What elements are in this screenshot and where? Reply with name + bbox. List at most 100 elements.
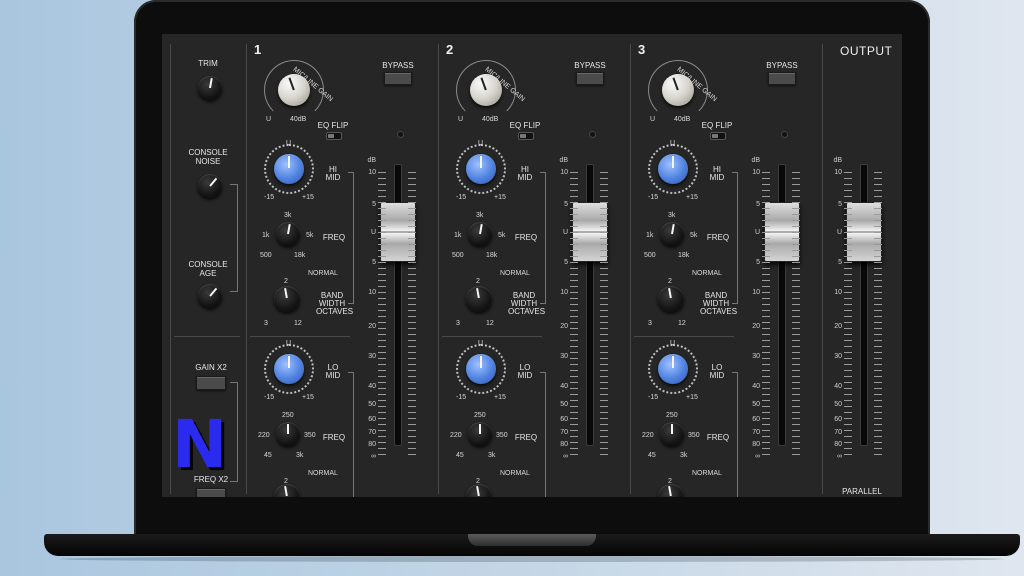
fader-tick <box>570 280 578 281</box>
hi-mid-gain-knob[interactable] <box>466 154 496 184</box>
fader-tick <box>570 196 578 197</box>
fader-tick <box>792 430 800 431</box>
fader-tick <box>570 430 578 431</box>
fader-tick <box>600 232 608 233</box>
fader-tick <box>570 262 578 263</box>
lo-mid-freq-knob[interactable] <box>660 422 684 446</box>
bypass-button[interactable] <box>576 72 604 85</box>
fader-tick <box>762 340 770 341</box>
freq-x2-button[interactable] <box>196 488 226 497</box>
fader-tick <box>874 250 882 251</box>
fader-tick <box>762 274 770 275</box>
lo-mid-label: LO MID <box>709 363 725 380</box>
fader-tick <box>378 280 386 281</box>
fader-tick <box>874 370 882 371</box>
hi-mid-gain-knob[interactable] <box>274 154 304 184</box>
console-age-knob[interactable] <box>198 284 222 308</box>
fader-tick <box>792 370 800 371</box>
bypass-button[interactable] <box>384 72 412 85</box>
eq-flip-toggle[interactable] <box>326 132 342 140</box>
fader-tick <box>378 196 386 197</box>
fader-tick <box>874 190 882 191</box>
fader-tick <box>570 376 578 377</box>
fader-tick <box>874 172 882 173</box>
fader-tick <box>570 244 578 245</box>
fader-tick <box>378 298 386 299</box>
fader-scale-label: 10 <box>560 289 568 296</box>
console-noise-knob[interactable] <box>198 174 222 198</box>
fader-tick <box>762 412 770 413</box>
channel-number: 1 <box>254 42 262 57</box>
fader-tick <box>378 376 386 377</box>
fader-tick <box>378 448 386 449</box>
fader-tick <box>408 238 416 239</box>
trim-knob[interactable] <box>198 76 222 100</box>
fader-tick <box>844 430 852 431</box>
fader-tick <box>762 256 770 257</box>
fader-tick <box>570 424 578 425</box>
fader-tick <box>378 304 386 305</box>
hi-mid-bandwidth-knob[interactable] <box>274 286 300 312</box>
fader-tick <box>844 418 852 419</box>
lo-mid-gain-knob[interactable] <box>274 354 304 384</box>
lo-mid-bandwidth-knob[interactable] <box>466 484 492 497</box>
fader-tick <box>378 214 386 215</box>
fader-tick <box>844 340 852 341</box>
fader-tick <box>844 364 852 365</box>
fader-tick <box>570 328 578 329</box>
lo-mid-gain-knob[interactable] <box>658 354 688 384</box>
fader-tick <box>874 310 882 311</box>
fader-tick <box>600 190 608 191</box>
bypass-button[interactable] <box>768 72 796 85</box>
hi-mid-bandwidth-knob[interactable] <box>466 286 492 312</box>
scale-label: +15 <box>494 394 506 401</box>
fader-tick <box>570 382 578 383</box>
eq-flip-toggle[interactable] <box>710 132 726 140</box>
fader-tick <box>792 364 800 365</box>
fader-tick <box>408 358 416 359</box>
fader-tick <box>844 412 852 413</box>
fader-tick <box>408 382 416 383</box>
fader-tick <box>762 388 770 389</box>
fader-tick <box>570 340 578 341</box>
fader-tick <box>570 370 578 371</box>
hi-mid-gain-knob[interactable] <box>658 154 688 184</box>
trim-label: TRIM <box>198 59 218 68</box>
divider <box>170 44 171 494</box>
fader-tick <box>792 328 800 329</box>
fader-tick <box>874 286 882 287</box>
fader-tick <box>762 286 770 287</box>
hi-mid-freq-knob[interactable] <box>468 222 492 246</box>
lo-mid-bandwidth-knob[interactable] <box>658 484 684 497</box>
hi-mid-freq-knob[interactable] <box>276 222 300 246</box>
fader-tick <box>874 388 882 389</box>
fader-tick <box>570 394 578 395</box>
fader-tick <box>600 454 608 455</box>
eq-flip-label: EQ FLIP <box>317 121 349 130</box>
fader-tick <box>874 376 882 377</box>
fader-tick <box>378 316 386 317</box>
fader-tick <box>570 256 578 257</box>
eq-flip-toggle[interactable] <box>518 132 534 140</box>
fader-tick <box>600 172 608 173</box>
lo-mid-freq-knob[interactable] <box>276 422 300 446</box>
fader-tick <box>792 172 800 173</box>
lo-mid-freq-knob[interactable] <box>468 422 492 446</box>
freq-label: FREQ <box>322 433 346 442</box>
scale-label: 220 <box>642 432 654 439</box>
fader-tick <box>792 400 800 401</box>
lo-mid-gain-knob[interactable] <box>466 354 496 384</box>
lo-mid-bandwidth-knob[interactable] <box>274 484 300 497</box>
fader-tick <box>762 442 770 443</box>
fader-tick <box>570 346 578 347</box>
fader-tick <box>600 316 608 317</box>
scale-label: U <box>286 340 292 347</box>
hi-mid-freq-knob[interactable] <box>660 222 684 246</box>
gain-x2-button[interactable] <box>196 376 226 390</box>
hi-mid-bandwidth-knob[interactable] <box>658 286 684 312</box>
fader-tick <box>792 412 800 413</box>
fader-scale-label: 70 <box>834 429 842 436</box>
fader-tick <box>874 382 882 383</box>
fader-tick <box>844 442 852 443</box>
fader-tick <box>792 202 800 203</box>
